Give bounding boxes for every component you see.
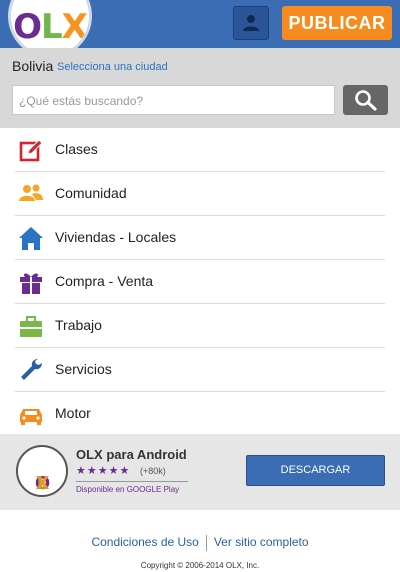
- logo-letter-o: O: [13, 7, 42, 47]
- search-bar-area: Bolivia Selecciona una ciudad ¿Qué estás…: [0, 48, 400, 128]
- category-item-clases[interactable]: Clases: [15, 128, 385, 172]
- download-button[interactable]: DESCARGAR: [246, 455, 385, 486]
- category-label: Trabajo: [55, 317, 102, 333]
- category-item-comunidad[interactable]: Comunidad: [15, 172, 385, 216]
- category-list: Clases Comunidad Viviendas - Locales Com…: [15, 128, 385, 436]
- category-item-compra-venta[interactable]: Compra - Venta: [15, 260, 385, 304]
- search-icon: [355, 90, 377, 111]
- pencil-square-icon: [19, 139, 43, 162]
- category-item-viviendas[interactable]: Viviendas - Locales: [15, 216, 385, 260]
- category-label: Servicios: [55, 361, 112, 377]
- rating-stars-icon: ★★★★★: [76, 465, 131, 477]
- olx-app-logo: OLX: [16, 445, 68, 497]
- wrench-icon: [21, 359, 42, 380]
- category-item-motor[interactable]: Motor: [15, 392, 385, 436]
- people-icon: [19, 184, 43, 201]
- logo-letter-x: X: [61, 7, 88, 47]
- publish-button[interactable]: PUBLICAR: [282, 6, 392, 40]
- category-label: Viviendas - Locales: [55, 229, 177, 245]
- car-icon: [20, 409, 42, 425]
- footer-links: Condiciones de Uso Ver sitio completo: [0, 535, 400, 553]
- search-placeholder: ¿Qué estás buscando?: [19, 94, 144, 108]
- android-app-banner: OLX OLX para Android ★★★★★ (+80k) Dispon…: [0, 434, 400, 510]
- logo-letter-l: L: [41, 7, 63, 47]
- app-logo-x: X: [35, 473, 50, 494]
- category-item-trabajo[interactable]: Trabajo: [15, 304, 385, 348]
- select-city-link[interactable]: Selecciona una ciudad: [57, 61, 168, 73]
- top-header: OLX PUBLICAR: [0, 0, 400, 58]
- country-label: Bolivia: [12, 58, 54, 74]
- terms-link[interactable]: Condiciones de Uso: [91, 535, 198, 549]
- full-site-link[interactable]: Ver sitio completo: [214, 535, 309, 549]
- category-item-servicios[interactable]: Servicios: [15, 348, 385, 392]
- account-button[interactable]: [233, 6, 269, 40]
- briefcase-icon: [20, 316, 42, 337]
- category-label: Clases: [55, 141, 98, 157]
- gift-icon: [20, 273, 42, 294]
- user-icon: [243, 15, 259, 31]
- rating-count: (+80k): [140, 466, 166, 476]
- category-label: Comunidad: [55, 185, 127, 201]
- store-availability: Disponible en GOOGLE Play: [76, 485, 180, 494]
- search-button[interactable]: [343, 85, 388, 115]
- footer-divider: [205, 535, 207, 551]
- category-label: Compra - Venta: [55, 273, 154, 289]
- copyright-text: Copyright © 2006-2014 OLX, Inc.: [140, 561, 260, 570]
- category-label: Motor: [55, 405, 91, 421]
- house-icon: [19, 227, 43, 250]
- app-title: OLX para Android: [76, 447, 187, 462]
- divider: [76, 481, 188, 482]
- search-input[interactable]: ¿Qué estás buscando?: [12, 85, 335, 115]
